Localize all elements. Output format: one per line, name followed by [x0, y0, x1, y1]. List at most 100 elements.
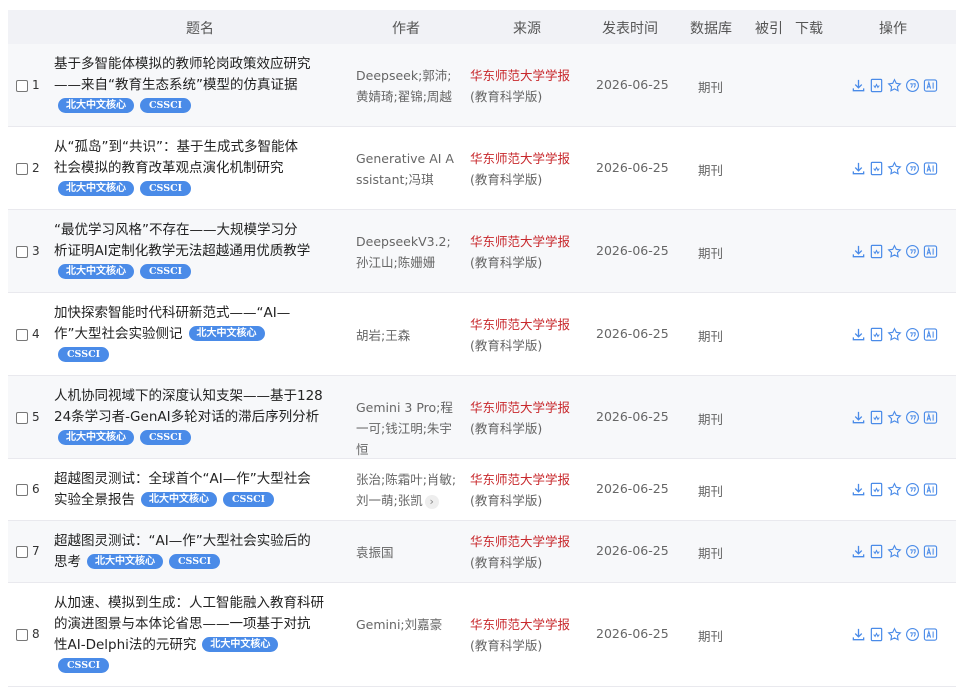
html-read-icon[interactable] [869, 327, 884, 342]
source-cell[interactable]: 华东师范大学学报 (教育科学版) [470, 469, 586, 511]
download-icon[interactable] [851, 544, 866, 559]
header-database[interactable]: 数据库 [690, 18, 732, 38]
ai-icon[interactable] [923, 161, 938, 176]
source-cell[interactable]: 华东师范大学学报 (教育科学版) [470, 65, 586, 107]
download-icon[interactable] [851, 161, 866, 176]
source-journal-link[interactable]: 华东师范大学学报 [470, 317, 570, 332]
header-downloads[interactable]: 下载 [795, 18, 823, 38]
source-cell[interactable]: 华东师范大学学报 (教育科学版) [470, 314, 586, 356]
authors-cell[interactable]: 袁振国 [356, 542, 460, 563]
row-checkbox[interactable] [16, 546, 28, 558]
cite-icon[interactable] [905, 244, 920, 259]
header-source[interactable]: 来源 [513, 18, 541, 38]
download-icon[interactable] [851, 327, 866, 342]
row-checkbox[interactable] [16, 246, 28, 258]
cite-icon[interactable] [905, 410, 920, 425]
favorite-star-icon[interactable] [887, 161, 902, 176]
header-date[interactable]: 发表时间 [602, 18, 658, 38]
header-cited[interactable]: 被引 [755, 18, 783, 38]
html-read-icon[interactable] [869, 627, 884, 642]
badge-cssci: CSSCI [140, 264, 192, 279]
html-read-icon[interactable] [869, 410, 884, 425]
source-cell[interactable]: 华东师范大学学报 (教育科学版) [470, 231, 586, 273]
row-checkbox[interactable] [16, 412, 28, 424]
source-journal-link[interactable]: 华东师范大学学报 [470, 534, 570, 549]
expand-authors-icon[interactable]: › [424, 495, 439, 509]
download-icon[interactable] [851, 410, 866, 425]
ai-icon[interactable] [923, 78, 938, 93]
authors-text[interactable]: Deepseek;郭沛;黄婧琦;翟锦;周越 [356, 68, 452, 104]
ai-icon[interactable] [923, 544, 938, 559]
article-title-link[interactable]: “最优学习风格”不存在——大规模学习分 析证明AI定制化教学无法超越通用优质教学 [54, 222, 310, 259]
ai-icon[interactable] [923, 482, 938, 497]
download-icon[interactable] [851, 482, 866, 497]
badge-cssci: CSSCI [223, 492, 275, 507]
cite-icon[interactable] [905, 78, 920, 93]
authors-text[interactable]: DeepseekV3.2;孙江山;陈姗姗 [356, 234, 451, 270]
authors-cell[interactable]: Generative AI Assistant;冯琪 [356, 148, 460, 190]
row-checkbox[interactable] [16, 329, 28, 341]
authors-cell[interactable]: 张治;陈霜叶;肖敏;刘一萌;张凯 › [356, 469, 460, 511]
authors-text[interactable]: Gemini 3 Pro;程一可;钱江明;朱宇恒 [356, 400, 453, 457]
source-journal-link[interactable]: 华东师范大学学报 [470, 617, 570, 632]
source-journal-link[interactable]: 华东师范大学学报 [470, 151, 570, 166]
authors-text[interactable]: 袁振国 [356, 545, 394, 560]
html-read-icon[interactable] [869, 244, 884, 259]
authors-cell[interactable]: Gemini 3 Pro;程一可;钱江明;朱宇恒 [356, 397, 460, 460]
source-cell[interactable]: 华东师范大学学报 (教育科学版) [470, 148, 586, 190]
cite-icon[interactable] [905, 627, 920, 642]
cite-icon[interactable] [905, 161, 920, 176]
source-journal-link[interactable]: 华东师范大学学报 [470, 400, 570, 415]
html-read-icon[interactable] [869, 161, 884, 176]
authors-text[interactable]: Generative AI Assistant;冯琪 [356, 151, 454, 187]
favorite-star-icon[interactable] [887, 244, 902, 259]
row-checkbox[interactable] [16, 80, 28, 92]
cite-icon[interactable] [905, 327, 920, 342]
row-actions [851, 244, 951, 259]
favorite-star-icon[interactable] [887, 78, 902, 93]
article-title-link[interactable]: 基于多智能体模拟的教师轮岗政策效应研究 ——来自“教育生态系统”模型的仿真证据 [54, 56, 311, 93]
source-journal-edition: (教育科学版) [470, 172, 543, 187]
source-cell[interactable]: 华东师范大学学报 (教育科学版) [470, 531, 586, 573]
source-cell[interactable]: 华东师范大学学报 (教育科学版) [470, 614, 586, 656]
header-author[interactable]: 作者 [392, 18, 420, 38]
row-checkbox[interactable] [16, 629, 28, 641]
html-read-icon[interactable] [869, 544, 884, 559]
cite-icon[interactable] [905, 544, 920, 559]
authors-text[interactable]: 胡岩;王森 [356, 328, 410, 343]
table-row: 7 超越图灵测试：“AI—作”大型社会实验后的 思考 北大中文核心 CSSCI 袁振国华… [8, 521, 956, 583]
ai-icon[interactable] [923, 627, 938, 642]
authors-cell[interactable]: 胡岩;王森 [356, 325, 460, 346]
authors-cell[interactable]: DeepseekV3.2;孙江山;陈姗姗 [356, 231, 460, 273]
html-read-icon[interactable] [869, 78, 884, 93]
download-icon[interactable] [851, 78, 866, 93]
favorite-star-icon[interactable] [887, 627, 902, 642]
favorite-star-icon[interactable] [887, 327, 902, 342]
authors-cell[interactable]: Deepseek;郭沛;黄婧琦;翟锦;周越 [356, 65, 460, 107]
source-journal-link[interactable]: 华东师范大学学报 [470, 68, 570, 83]
favorite-star-icon[interactable] [887, 410, 902, 425]
source-journal-link[interactable]: 华东师范大学学报 [470, 234, 570, 249]
ai-icon[interactable] [923, 327, 938, 342]
source-cell[interactable]: 华东师范大学学报 (教育科学版) [470, 397, 586, 439]
authors-text[interactable]: 张治;陈霜叶;肖敏;刘一萌;张凯 [356, 472, 456, 508]
download-icon[interactable] [851, 244, 866, 259]
article-title-link[interactable]: 人机协同视域下的深度认知支架——基于128 24条学习者-GenAI多轮对话的滞… [54, 388, 323, 425]
source-journal-link[interactable]: 华东师范大学学报 [470, 472, 570, 487]
cite-icon[interactable] [905, 482, 920, 497]
favorite-star-icon[interactable] [887, 544, 902, 559]
download-icon[interactable] [851, 627, 866, 642]
header-title[interactable]: 题名 [186, 18, 214, 38]
row-checkbox[interactable] [16, 163, 28, 175]
article-title-cell: 加快探索智能时代科研新范式——“AI— 作”大型社会实验侧记 北大中文核心 CSSC… [54, 303, 350, 366]
ai-icon[interactable] [923, 410, 938, 425]
publish-date: 2026-06-25 [596, 160, 669, 175]
html-read-icon[interactable] [869, 482, 884, 497]
header-ops: 操作 [879, 21, 907, 37]
article-title-link[interactable]: 从“孤岛”到“共识”：基于生成式多智能体 社会模拟的教育改革观点演化机制研究 [54, 139, 298, 176]
authors-text[interactable]: Gemini;刘嘉豪 [356, 617, 442, 632]
authors-cell[interactable]: Gemini;刘嘉豪 [356, 614, 460, 635]
ai-icon[interactable] [923, 244, 938, 259]
row-checkbox[interactable] [16, 484, 28, 496]
favorite-star-icon[interactable] [887, 482, 902, 497]
